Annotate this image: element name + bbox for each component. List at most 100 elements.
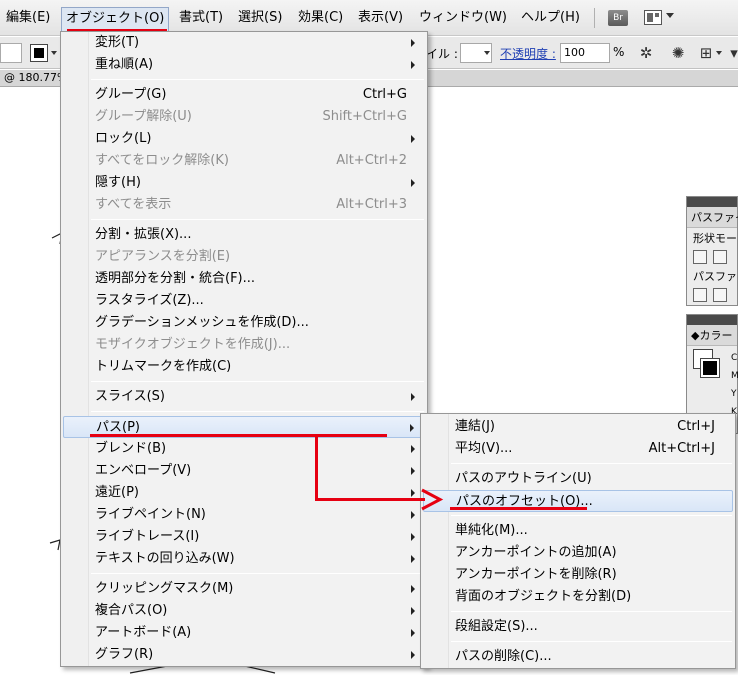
menu-effect[interactable]: 効果(C) [294,8,347,28]
style-label: イル : [426,47,458,61]
align-dropdown-icon[interactable] [716,51,722,55]
object-menu-item-1-3[interactable]: すべてをロック解除(K) Alt+Ctrl+2 [63,150,425,172]
object-menu-item-1-0[interactable]: グループ(G) Ctrl+G [63,84,425,106]
menu-help[interactable]: ヘルプ(H) [517,8,584,28]
object-menu-item-4-5[interactable]: ライブトレース(I) [63,526,425,548]
minus-front-icon[interactable] [713,250,727,264]
object-menu-item-1-2[interactable]: ロック(L) [63,128,425,150]
submenu-arrow-icon [411,61,415,69]
path-submenu-item-4-0[interactable]: パスの削除(C)... [423,646,733,668]
menu-item-label: 平均(V)... [455,441,513,456]
recolor-icon[interactable]: ✲ [636,43,656,63]
menu-edit[interactable]: 編集(E) [2,8,54,28]
object-menu-item-2-4[interactable]: グラデーションメッシュを作成(D)... [63,312,425,334]
submenu-arrow-icon [411,555,415,563]
menu-item-label: パスの削除(C)... [455,649,552,664]
menu-object[interactable]: オブジェクト(O) [61,7,170,31]
object-menu-item-4-2[interactable]: エンベロープ(V) [63,460,425,482]
stroke-color-icon[interactable] [700,358,720,378]
fill-dropdown-icon[interactable] [51,51,57,55]
menu-item-shortcut: Ctrl+G [362,87,407,102]
pathfinder-panel-title[interactable]: パスファイ [687,207,738,228]
divide-icon[interactable] [693,288,707,302]
pathfinder-panel-header[interactable] [687,197,737,207]
path-submenu-item-1-0[interactable]: パスのアウトライン(U) [423,468,733,490]
object-menu-item-5-1[interactable]: 複合パス(O) [63,600,425,622]
pathfinders-label: パスファイ [693,270,738,283]
menu-select[interactable]: 選択(S) [234,8,286,28]
object-menu-item-2-2[interactable]: 透明部分を分割・統合(F)... [63,268,425,290]
path-submenu-item-2-0[interactable]: 単純化(M)... [423,520,733,542]
object-menu-item-2-1[interactable]: アピアランスを分割(E) [63,246,425,268]
menu-item-label: クリッピングマスク(M) [95,581,234,596]
unite-icon[interactable] [693,250,707,264]
object-menu-item-5-0[interactable]: クリッピングマスク(M) [63,578,425,600]
pathfinders-buttons [687,286,737,304]
opacity-input[interactable]: 100 [560,43,610,63]
menu-item-label: ブレンド(B) [95,441,167,456]
path-submenu-item-2-2[interactable]: アンカーポイントを削除(R) [423,564,733,586]
menu-item-label: 連結(J) [455,419,495,434]
menu-separator [451,515,732,516]
color-panel-title[interactable]: ◆カラー [687,325,737,346]
object-menu-item-3-0[interactable]: スライス(S) [63,386,425,408]
submenu-arrow-icon [411,607,415,615]
submenu-arrow-icon [410,424,414,432]
object-menu-item-4-4[interactable]: ライブペイント(N) [63,504,425,526]
opacity-link[interactable]: 不透明度 : [500,45,556,62]
menu-separator [91,411,424,412]
menu-item-label: 単純化(M)... [455,523,528,538]
panel-menu-icon[interactable]: ▾ [724,43,738,63]
annotation-underline-offset-path [450,507,587,510]
submenu-arrow-icon [411,489,415,497]
object-menu-item-4-1[interactable]: ブレンド(B) [63,438,425,460]
menu-item-label: 分割・拡張(X)... [95,227,192,242]
trim-icon[interactable] [713,288,727,302]
path-submenu-item-0-0[interactable]: 連結(J) Ctrl+J [423,416,733,438]
menu-item-shortcut: Alt+Ctrl+2 [336,153,407,168]
menu-item-label: 変形(T) [95,35,140,50]
path-submenu-item-2-3[interactable]: 背面のオブジェクトを分割(D) [423,586,733,608]
fill-swatch-icon[interactable] [30,44,48,62]
workspace-icon[interactable] [644,10,662,25]
style-dropdown-icon[interactable] [484,51,490,55]
object-menu-item-5-3[interactable]: グラフ(R) [63,644,425,666]
object-menu-item-0-0[interactable]: 変形(T) [63,32,425,54]
object-menu-item-0-1[interactable]: 重ね順(A) [63,54,425,76]
object-menu-item-5-2[interactable]: アートボード(A) [63,622,425,644]
object-menu-item-1-5[interactable]: すべてを表示 Alt+Ctrl+3 [63,194,425,216]
menu-view[interactable]: 表示(V) [354,8,407,28]
object-menu-item-2-5[interactable]: モザイクオブジェクトを作成(J)... [63,334,425,356]
stroke-weight-field[interactable] [0,43,22,63]
workspace-dropdown-icon[interactable] [666,13,674,18]
menu-item-label: ライブペイント(N) [95,507,206,522]
annotation-underline-path [90,434,387,437]
menu-type[interactable]: 書式(T) [175,8,227,28]
object-menu-item-2-0[interactable]: 分割・拡張(X)... [63,224,425,246]
menu-separator [91,79,424,80]
menu-item-label: 複合パス(O) [95,603,168,618]
menu-item-label: グループ解除(U) [95,109,192,124]
align-icon[interactable]: ⊞ [696,43,716,63]
menubar-separator [594,8,595,28]
submenu-arrow-icon [411,445,415,453]
path-submenu-item-2-1[interactable]: アンカーポイントの追加(A) [423,542,733,564]
object-menu-item-1-4[interactable]: 隠す(H) [63,172,425,194]
gear-icon[interactable]: ✺ [668,43,688,63]
path-submenu-item-0-1[interactable]: 平均(V)... Alt+Ctrl+J [423,438,733,460]
object-menu-item-2-6[interactable]: トリムマークを作成(C) [63,356,425,378]
color-panel-header[interactable] [687,315,737,325]
object-menu-item-1-1[interactable]: グループ解除(U) Shift+Ctrl+G [63,106,425,128]
bridge-button[interactable]: Br [608,10,628,26]
object-menu-item-2-3[interactable]: ラスタライズ(Z)... [63,290,425,312]
submenu-arrow-icon [411,393,415,401]
menu-item-label: 背面のオブジェクトを分割(D) [455,589,632,604]
menu-item-label: 隠す(H) [95,175,141,190]
menu-item-label: すべてをロック解除(K) [95,153,229,168]
submenu-arrow-icon [411,467,415,475]
object-menu: 変形(T) 重ね順(A) グループ(G) Ctrl+G グループ解除(U) Shift+C… [60,31,428,667]
path-submenu-item-3-0[interactable]: 段組設定(S)... [423,616,733,638]
menu-window[interactable]: ウィンドウ(W) [415,8,511,28]
object-menu-item-4-6[interactable]: テキストの回り込み(W) [63,548,425,570]
path-submenu: 連結(J) Ctrl+J 平均(V)... Alt+Ctrl+J パスのアウトライン(U… [420,413,736,669]
